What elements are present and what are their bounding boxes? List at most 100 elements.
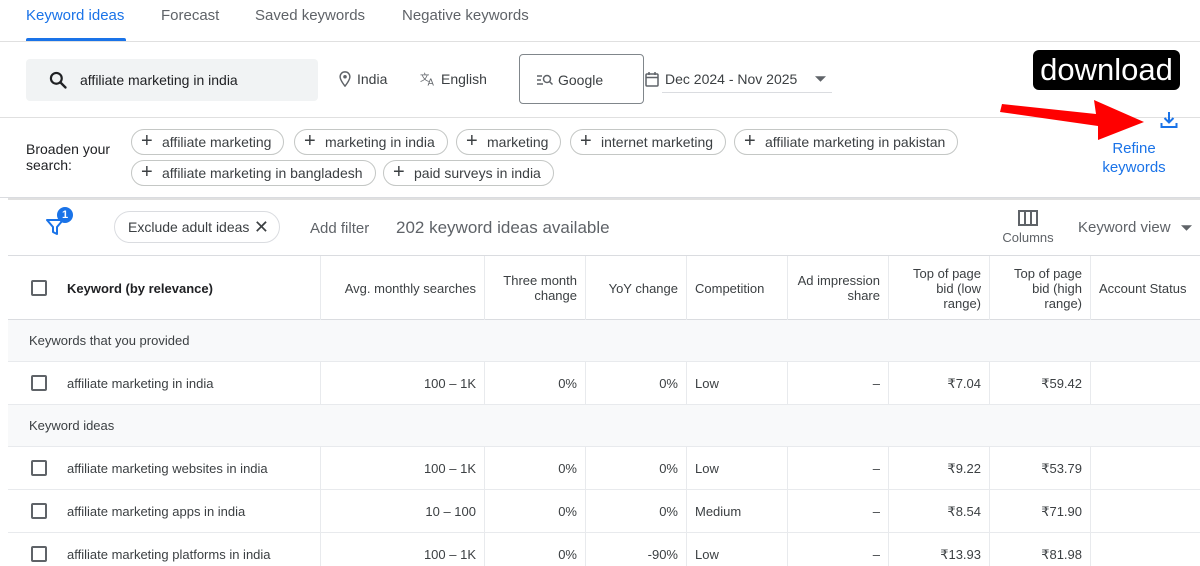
broaden-chip[interactable]: + affiliate marketing — [131, 129, 285, 155]
broaden-chip[interactable]: + internet marketing — [570, 129, 727, 155]
network-selector[interactable]: Google — [519, 54, 644, 104]
broaden-chip[interactable]: + marketing — [456, 129, 562, 155]
cell-three-month-change: 0% — [485, 490, 586, 533]
refine-keywords-button[interactable]: Refine keywords — [1090, 139, 1178, 177]
cell-account-status — [1091, 533, 1200, 566]
cell-competition: Low — [687, 533, 788, 566]
section-provided-keywords: Keywords that you provided — [8, 320, 1200, 362]
plus-icon: + — [466, 130, 478, 152]
exclude-adult-ideas-chip[interactable]: Exclude adult ideas ✕ — [114, 211, 280, 243]
plus-icon: + — [141, 130, 153, 152]
header-bid-low[interactable]: Top of page bid (low range) — [889, 256, 990, 320]
table-row[interactable]: affiliate marketing websites in india 100… — [8, 447, 1200, 490]
header-ad-impression-share[interactable]: Ad impression share — [788, 256, 889, 320]
header-yoy-change[interactable]: YoY change — [586, 256, 687, 320]
search-network-icon — [537, 74, 554, 86]
broaden-chip[interactable]: + marketing in india — [294, 129, 448, 155]
language-selector[interactable]: English — [441, 71, 487, 87]
table-row[interactable]: affiliate marketing platforms in india 10… — [8, 533, 1200, 566]
keyword-view-dropdown[interactable]: Keyword view — [1078, 219, 1192, 236]
chevron-down-icon[interactable] — [815, 76, 826, 82]
location-selector[interactable]: India — [357, 71, 387, 87]
cell-account-status — [1091, 447, 1200, 490]
tab-negative-keywords[interactable]: Negative keywords — [402, 7, 529, 24]
chip-label: marketing — [487, 134, 549, 150]
row-checkbox[interactable] — [31, 460, 47, 476]
tab-forecast[interactable]: Forecast — [161, 7, 219, 24]
row-checkbox[interactable] — [31, 546, 47, 562]
cell-yoy-change: 0% — [586, 362, 687, 405]
header-account-status[interactable]: Account Status — [1091, 256, 1200, 320]
table-row[interactable]: affiliate marketing in india 100 – 1K 0% 0%… — [8, 362, 1200, 405]
cell-competition: Medium — [687, 490, 788, 533]
network-label: Google — [558, 72, 604, 88]
table-row[interactable]: affiliate marketing apps in india 10 – 10… — [8, 490, 1200, 533]
plus-icon: + — [580, 130, 592, 152]
columns-label: Columns — [1002, 230, 1054, 245]
cell-bid-high: ₹53.79 — [990, 447, 1091, 490]
plus-icon: + — [141, 161, 153, 183]
cell-avg-searches: 100 – 1K — [321, 447, 485, 490]
broaden-chip[interactable]: + affiliate marketing in pakistan — [734, 129, 959, 155]
filter-count-badge: 1 — [57, 207, 73, 223]
close-icon[interactable]: ✕ — [254, 212, 269, 242]
tab-saved-keywords[interactable]: Saved keywords — [255, 7, 365, 24]
cell-bid-low: ₹8.54 — [889, 490, 990, 533]
header-avg-monthly-searches[interactable]: Avg. monthly searches — [321, 256, 485, 320]
cell-avg-searches: 100 – 1K — [321, 362, 485, 405]
cell-ad-impression-share: – — [788, 362, 889, 405]
header-bid-high[interactable]: Top of page bid (high range) — [990, 256, 1091, 320]
broaden-chip[interactable]: + paid surveys in india — [383, 160, 554, 186]
exclude-chip-label: Exclude adult ideas — [128, 219, 250, 235]
header-three-month-change[interactable]: Three month change — [485, 256, 586, 320]
active-tab-indicator — [26, 38, 126, 41]
search-icon — [49, 71, 67, 89]
cell-account-status — [1091, 490, 1200, 533]
chevron-down-icon — [1180, 225, 1192, 231]
chip-label: affiliate marketing — [162, 134, 272, 150]
idea-rows: affiliate marketing websites in india 100… — [8, 447, 1200, 566]
top-tabs: Keyword ideas Forecast Saved keywords Ne… — [0, 0, 1200, 42]
broaden-label: Broaden your search: — [26, 141, 111, 173]
date-range-selector[interactable]: Dec 2024 - Nov 2025 — [665, 71, 797, 87]
cell-ad-impression-share: – — [788, 490, 889, 533]
keyword-table: Keyword (by relevance) Avg. monthly sear… — [8, 256, 1200, 566]
cell-keyword: affiliate marketing in india — [59, 362, 321, 405]
plus-icon: + — [393, 161, 405, 183]
search-query-text: affiliate marketing in india — [80, 72, 238, 88]
cell-three-month-change: 0% — [485, 362, 586, 405]
chip-label: affiliate marketing in pakistan — [765, 134, 946, 150]
broaden-search-section: Broaden your search: + affiliate marketin… — [0, 118, 1200, 198]
cell-avg-searches: 10 – 100 — [321, 490, 485, 533]
tab-keyword-ideas[interactable]: Keyword ideas — [26, 7, 124, 24]
broaden-chip[interactable]: + affiliate marketing in bangladesh — [131, 160, 376, 186]
cell-competition: Low — [687, 447, 788, 490]
translate-icon: 文A — [420, 72, 435, 87]
cell-keyword: affiliate marketing websites in india — [59, 447, 321, 490]
chip-label: internet marketing — [601, 134, 714, 150]
cell-ad-impression-share: – — [788, 447, 889, 490]
chip-label: marketing in india — [325, 134, 435, 150]
cell-avg-searches: 100 – 1K — [321, 533, 485, 566]
cell-yoy-change: 0% — [586, 490, 687, 533]
cell-bid-high: ₹71.90 — [990, 490, 1091, 533]
calendar-icon — [645, 72, 659, 87]
header-competition[interactable]: Competition — [687, 256, 788, 320]
cell-ad-impression-share: – — [788, 533, 889, 566]
cell-three-month-change: 0% — [485, 533, 586, 566]
cell-competition: Low — [687, 362, 788, 405]
columns-icon — [1018, 210, 1038, 226]
row-checkbox[interactable] — [31, 375, 47, 391]
cell-bid-high: ₹81.98 — [990, 533, 1091, 566]
row-checkbox[interactable] — [31, 503, 47, 519]
add-filter-button[interactable]: Add filter — [310, 220, 369, 237]
select-all-checkbox[interactable] — [31, 280, 47, 296]
cell-bid-low: ₹13.93 — [889, 533, 990, 566]
cell-bid-low: ₹9.22 — [889, 447, 990, 490]
columns-button[interactable]: Columns — [996, 208, 1060, 245]
cell-yoy-change: -90% — [586, 533, 687, 566]
search-input[interactable]: affiliate marketing in india — [26, 59, 318, 101]
header-keyword[interactable]: Keyword (by relevance) — [59, 256, 321, 320]
provided-rows: affiliate marketing in india 100 – 1K 0% 0%… — [8, 362, 1200, 405]
cell-three-month-change: 0% — [485, 447, 586, 490]
